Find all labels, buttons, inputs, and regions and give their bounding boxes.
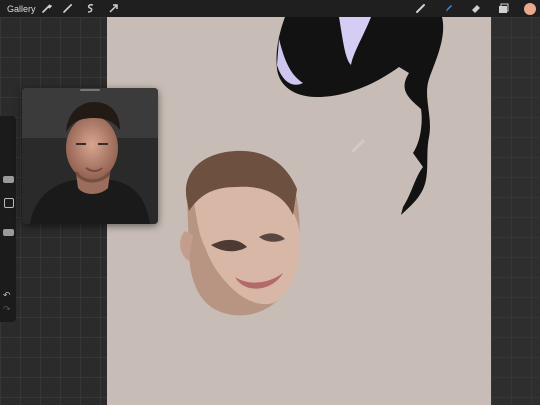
opacity-slider[interactable] bbox=[3, 229, 14, 236]
undo-button[interactable]: ↶ bbox=[3, 290, 11, 301]
faint-stroke bbox=[351, 139, 365, 153]
reference-drag-handle[interactable] bbox=[80, 89, 100, 91]
artwork bbox=[180, 17, 444, 316]
wrench-icon[interactable] bbox=[40, 2, 53, 15]
smudge-icon[interactable] bbox=[442, 2, 455, 15]
venom-drawing bbox=[276, 17, 444, 215]
color-swatch[interactable] bbox=[524, 3, 536, 15]
selection-icon[interactable] bbox=[84, 2, 97, 15]
brush-size-slider[interactable] bbox=[3, 176, 14, 183]
modify-button[interactable] bbox=[4, 198, 14, 208]
drawing-canvas[interactable] bbox=[107, 17, 491, 405]
brush-sidebar: ↶ ↷ bbox=[0, 116, 16, 322]
brush-icon[interactable] bbox=[414, 2, 427, 15]
reference-window[interactable] bbox=[22, 88, 158, 224]
top-toolbar: Gallery bbox=[0, 0, 540, 17]
face-painting bbox=[180, 150, 300, 316]
reference-photo bbox=[22, 88, 158, 224]
workspace-right bbox=[491, 17, 540, 405]
redo-button[interactable]: ↷ bbox=[3, 304, 11, 315]
transform-arrow-icon[interactable] bbox=[107, 2, 120, 15]
eraser-icon[interactable] bbox=[469, 2, 482, 15]
magic-wand-icon[interactable] bbox=[61, 2, 74, 15]
gallery-button[interactable]: Gallery bbox=[7, 4, 36, 14]
layers-icon[interactable] bbox=[497, 2, 510, 15]
